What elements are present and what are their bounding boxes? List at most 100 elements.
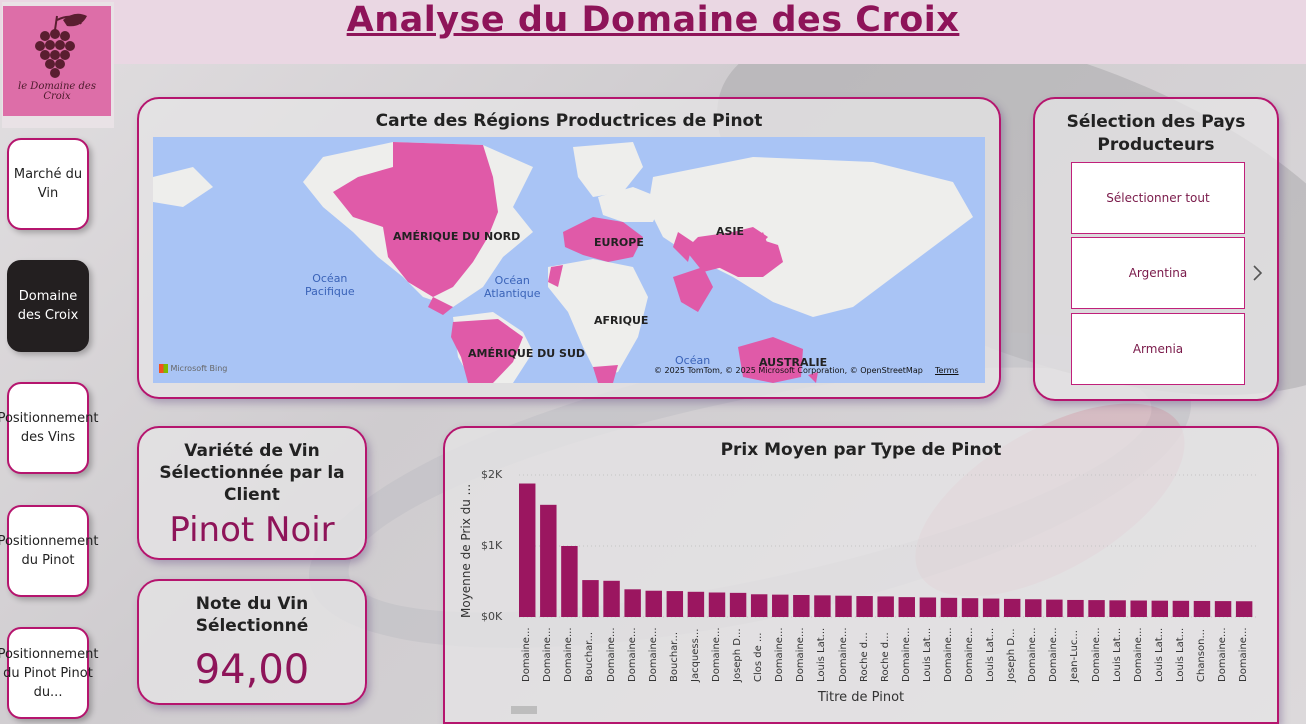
bar[interactable] — [1172, 600, 1190, 617]
bar[interactable] — [729, 592, 747, 617]
bar[interactable] — [940, 597, 958, 617]
bar[interactable] — [835, 595, 852, 617]
bar[interactable] — [603, 580, 620, 617]
x-tick-label: Domaine... — [521, 627, 533, 683]
bar[interactable] — [1067, 599, 1084, 617]
nav-label: Domaine des Croix — [17, 289, 79, 323]
slicer-item-label: Sélectionner tout — [1106, 191, 1210, 205]
bar[interactable] — [898, 597, 915, 617]
bar[interactable] — [919, 597, 937, 617]
label-asia: ASIE — [716, 225, 745, 238]
bar[interactable] — [582, 580, 599, 617]
x-tick-label: Domaine... — [1217, 627, 1229, 683]
bar[interactable] — [1193, 600, 1211, 617]
x-tick-label: Louis Lat... — [1111, 627, 1123, 682]
bar[interactable] — [645, 590, 662, 617]
bar[interactable] — [561, 546, 578, 617]
x-tick-label: Domaine... — [774, 627, 786, 683]
bar[interactable] — [666, 591, 684, 617]
x-tick-label: Domaine... — [1132, 627, 1144, 683]
x-tick-label: Bouchar... — [668, 631, 680, 682]
bar[interactable] — [772, 594, 789, 617]
slicer-item-label: Armenia — [1132, 342, 1184, 356]
bar[interactable] — [961, 598, 979, 617]
x-tick-label: Domaine... — [964, 627, 976, 683]
nav-positionnement-des-vins[interactable]: Positionnement des Vins — [0, 382, 98, 474]
logo: le Domaine des Croix — [2, 2, 114, 128]
bar[interactable] — [877, 596, 894, 617]
nav-positionnement-du-pinot-pinot[interactable]: Positionnement du Pinot Pinot du... — [0, 627, 98, 719]
bar[interactable] — [814, 595, 831, 617]
slicer-item-select-all[interactable]: Sélectionner tout — [1071, 162, 1245, 234]
bar[interactable] — [1088, 600, 1105, 617]
label-south-america: AMÉRIQUE DU SUD — [468, 347, 586, 360]
x-tick-label: Roche d... — [879, 632, 891, 682]
bar[interactable] — [1109, 600, 1126, 617]
slicer-item-label: Argentina — [1128, 266, 1188, 280]
bar[interactable] — [793, 594, 810, 617]
nav-label: Marché du Vin — [13, 167, 83, 201]
country-slicer-card: Sélection des Pays Producteurs Sélection… — [1033, 97, 1279, 401]
bar[interactable] — [1046, 599, 1063, 617]
x-tick-label: Jacquess... — [689, 628, 701, 682]
bar[interactable] — [1235, 601, 1253, 617]
label-africa: AFRIQUE — [594, 314, 649, 327]
x-tick-label: Domaine... — [563, 627, 575, 683]
label-atlantic-ocean: Océan Atlantique — [484, 274, 541, 300]
bar[interactable] — [540, 504, 557, 617]
price-chart-card: Prix Moyen par Type de Pinot Moyenne de … — [443, 426, 1279, 724]
microsoft-icon — [159, 364, 168, 373]
x-tick-label: Joseph D... — [1006, 628, 1018, 682]
x-tick-label: Domaine... — [710, 627, 722, 683]
slicer-item-argentina[interactable]: Argentina — [1071, 237, 1245, 309]
x-tick-label: Domaine... — [626, 627, 638, 683]
bar[interactable] — [708, 592, 726, 617]
x-tick-label: Louis Lat... — [985, 627, 997, 682]
variety-card: Variété de Vin Sélectionnée par la Clien… — [137, 426, 367, 560]
bar[interactable] — [624, 589, 641, 617]
x-tick-label: Domaine... — [647, 627, 659, 683]
note-value: 94,00 — [194, 647, 310, 693]
bar[interactable] — [982, 598, 1000, 617]
terms-link[interactable]: Terms — [935, 366, 959, 375]
logo-text-line2: Croix — [43, 91, 71, 102]
x-tick-label: Jean-Luc... — [1069, 630, 1081, 682]
x-tick-label: Domaine... — [1090, 627, 1102, 683]
nav-marche-du-vin[interactable]: Marché du Vin — [7, 138, 89, 230]
bar[interactable] — [687, 591, 705, 617]
x-tick-label: Domaine... — [1048, 627, 1060, 683]
note-card: Note du Vin Sélectionné 94,00 — [137, 579, 367, 705]
label-pacific-ocean: Océan Pacifique — [305, 272, 355, 298]
nav-label: Positionnement des Vins — [0, 411, 99, 445]
bar[interactable] — [750, 594, 768, 617]
x-tick-label: Bouchar... — [584, 631, 596, 682]
x-tick-label: Domaine... — [900, 627, 912, 683]
bar[interactable] — [519, 483, 536, 617]
x-tick-label: Domaine... — [542, 627, 554, 683]
label-north-america: AMÉRIQUE DU NORD — [393, 230, 521, 243]
chevron-right-icon[interactable] — [1251, 264, 1263, 282]
horizontal-scrollbar[interactable] — [511, 706, 537, 714]
slicer-item-armenia[interactable]: Armenia — [1071, 313, 1245, 385]
bar[interactable] — [1130, 600, 1147, 617]
nav-label: Positionnement du Pinot — [0, 534, 99, 568]
nav-domaine-des-croix[interactable]: Domaine des Croix — [7, 260, 89, 352]
bar[interactable] — [1151, 600, 1169, 617]
variety-value: Pinot Noir — [169, 510, 335, 550]
bing-logo: Microsoft Bing — [159, 364, 227, 373]
x-tick-label: Clos de ... — [753, 632, 765, 682]
map-attribution: © 2025 TomTom, © 2025 Microsoft Corporat… — [654, 366, 923, 375]
bar[interactable] — [1214, 601, 1232, 617]
bar[interactable] — [1003, 598, 1021, 617]
world-map[interactable]: AMÉRIQUE DU NORD EUROPE ASIE AFRIQUE AMÉ… — [153, 137, 985, 383]
bar[interactable] — [1025, 599, 1042, 617]
nav-positionnement-du-pinot[interactable]: Positionnement du Pinot — [0, 505, 98, 597]
x-tick-label: Domaine... — [605, 627, 617, 683]
map-title: Carte des Régions Productrices de Pinot — [375, 111, 763, 131]
label-europe: EUROPE — [594, 236, 644, 249]
note-title: Note du Vin Sélectionné — [195, 594, 309, 636]
bar[interactable] — [856, 596, 873, 617]
slicer-title: Sélection des Pays Producteurs — [1066, 112, 1246, 155]
x-tick-label: Domaine... — [1238, 627, 1250, 683]
x-tick-label: Louis Lat... — [816, 627, 828, 682]
